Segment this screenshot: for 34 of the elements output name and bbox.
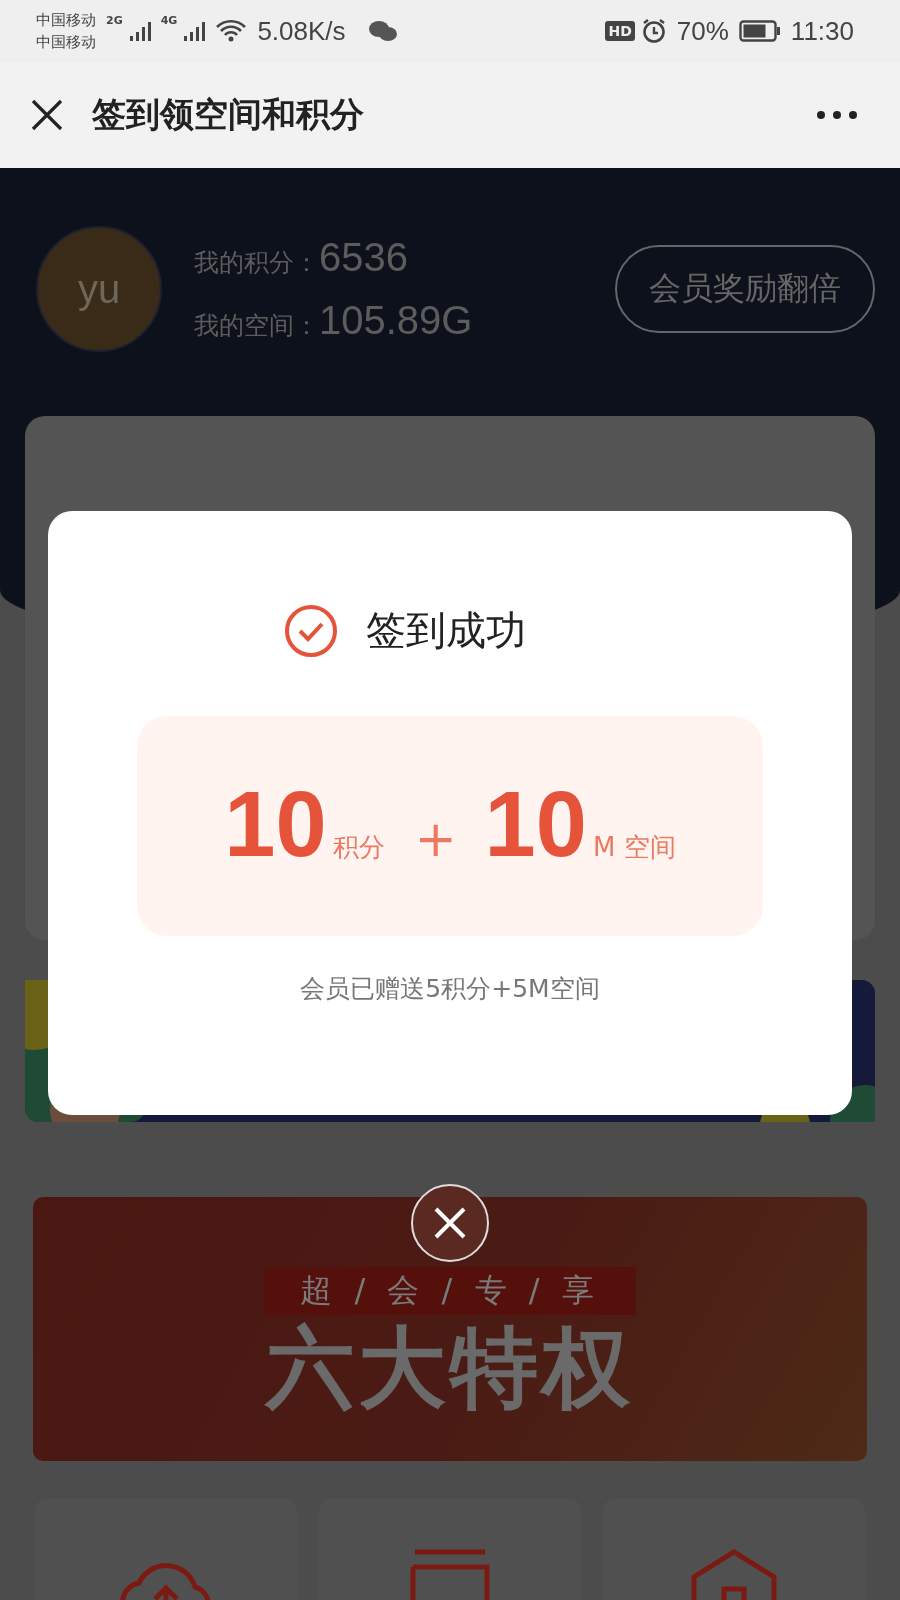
reward-unit: M 空间 — [592, 831, 676, 864]
dialog-title: 签到成功 — [366, 606, 526, 655]
space-label: 我的空间： — [194, 310, 319, 342]
battery-icon — [738, 20, 781, 42]
banner-tagline: 超 / 会 / 专 / 享 — [264, 1267, 636, 1315]
page-title: 签到领空间和积分 — [92, 93, 364, 136]
network-type: 2G — [106, 14, 123, 27]
reward-amount: 10 — [484, 778, 587, 870]
points-label: 我的积分： — [194, 247, 319, 279]
wifi-icon — [215, 19, 248, 43]
vip-bonus-button[interactable]: 会员奖励翻倍 — [615, 245, 875, 333]
reward-unit: 积分 — [332, 831, 385, 864]
avatar: yu — [36, 226, 162, 352]
points-value: 6536 — [319, 235, 408, 280]
banner-headline: 六大特权 — [266, 1315, 634, 1421]
house-icon — [689, 1549, 779, 1600]
chat-icon — [367, 19, 398, 43]
promo-banner[interactable]: 超 / 会 / 专 / 享 六大特权 — [33, 1197, 867, 1461]
check-circle-icon — [284, 603, 338, 658]
reward-amount: 10 — [224, 778, 327, 870]
hd-badge: HD — [605, 21, 635, 41]
network-type: 4G — [160, 14, 178, 27]
more-icon[interactable] — [816, 110, 858, 120]
plus-sign: + — [414, 810, 457, 868]
battery-percent: 70% — [676, 15, 729, 47]
space-value: 105.89G — [319, 298, 473, 343]
close-icon — [432, 1205, 468, 1241]
carrier-name: 中国移动 — [36, 10, 96, 31]
bonus-note: 会员已赠送5积分+5M空间 — [300, 973, 600, 1005]
clock-time: 11:30 — [790, 15, 854, 47]
carrier-name: 中国移动 — [36, 32, 96, 53]
alarm-icon — [640, 18, 667, 44]
close-icon[interactable] — [30, 98, 64, 132]
network-speed: 5.08K/s — [257, 15, 346, 47]
